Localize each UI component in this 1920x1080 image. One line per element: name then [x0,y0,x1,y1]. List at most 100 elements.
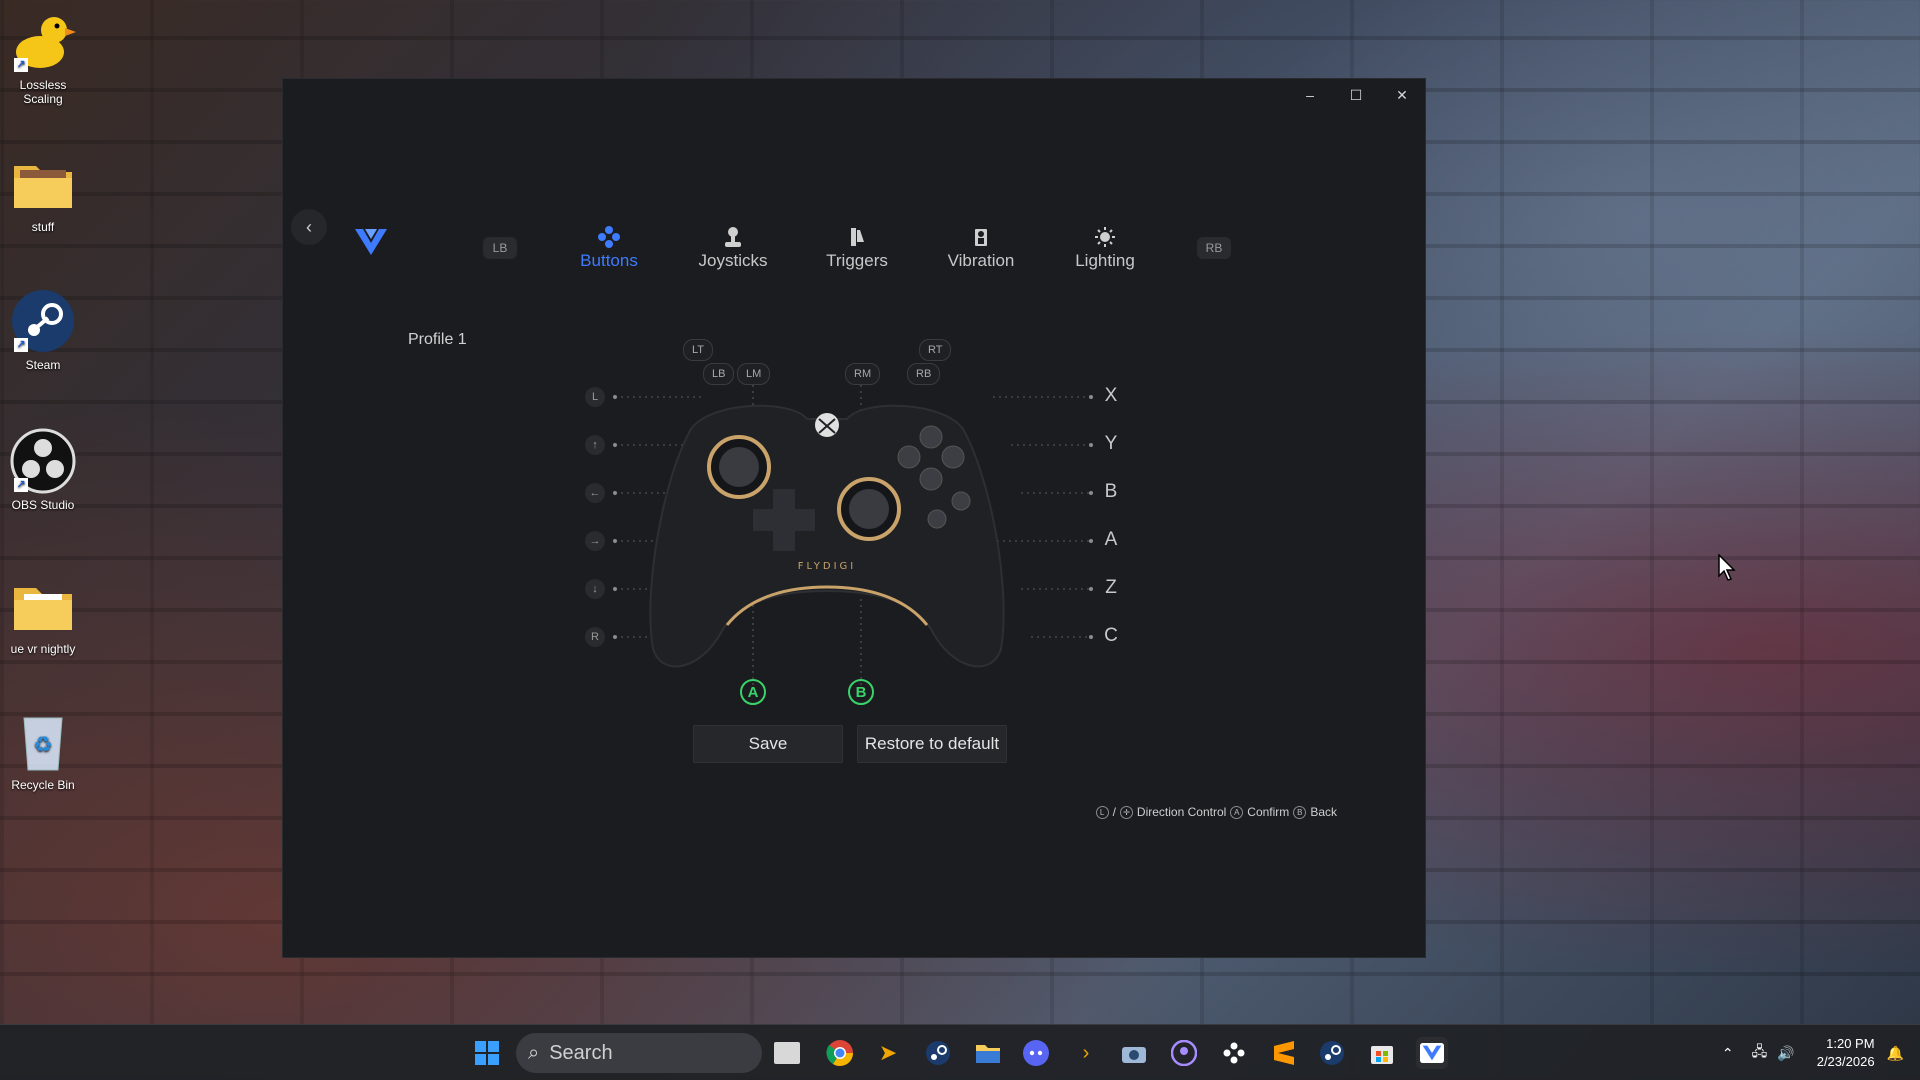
duck-icon: ↗ [10,8,76,74]
flydigi-space-icon[interactable] [1218,1037,1250,1069]
tab-label: Triggers [826,251,888,270]
clock[interactable]: 1:20 PM 2/23/2026 [1817,1035,1875,1071]
back-paddle-b-icon[interactable]: B [848,679,874,705]
back-paddle-a-icon[interactable]: A [740,679,766,705]
dpad-left-icon: ← [585,483,605,503]
discord-icon[interactable] [1020,1037,1052,1069]
tab-prev-lb-button[interactable]: LB [483,237,517,259]
flydigi-app-window: – ☐ ✕ ‹ LB Buttons Joysticks Triggers Vi… [282,78,1426,958]
close-button[interactable]: ✕ [1379,79,1425,111]
save-button[interactable]: Save [693,725,843,763]
tab-next-rb-button[interactable]: RB [1197,237,1231,259]
tab-label: Buttons [580,251,638,270]
window-caption-buttons: – ☐ ✕ [1287,79,1425,111]
rb-label: RB [907,363,941,385]
tab-label: Lighting [1075,251,1135,270]
chevron-up-icon[interactable]: ⌃ [1722,1045,1734,1062]
tab-buttons[interactable]: Buttons [547,225,671,271]
desktop-icon-stuff[interactable]: stuff [2,150,84,234]
desktop-icon-steam[interactable]: ↗ Steam [2,288,84,372]
lb-label: LB [703,363,735,385]
rm-label[interactable]: RM [845,363,881,385]
tab-lighting[interactable]: Lighting [1043,225,1167,271]
gamepad-buttons-icon [547,225,671,249]
folder-icon [10,150,76,216]
lm-label[interactable]: LM [737,363,771,385]
tab-label: Joysticks [698,251,768,270]
b-button-hint-icon: B [1293,805,1307,819]
l-stick-label: L [585,387,605,407]
flydigi-icon[interactable] [1416,1037,1448,1069]
search-icon: ⌕ [528,1041,540,1064]
profile-name: Profile 1 [408,331,467,348]
maximize-button[interactable]: ☐ [1333,79,1379,111]
a-button-hint-icon: A [1230,805,1244,819]
tab-triggers[interactable]: Triggers [795,225,919,271]
tab-label: Vibration [947,251,1015,270]
folder-icon [10,572,76,638]
trigger-icon [795,225,919,249]
sublime-icon[interactable] [1268,1037,1300,1069]
recycle-bin-icon: ♻ [10,708,76,774]
controller-brand-text: FLYDIGI [798,561,856,572]
steam-taskbar-icon[interactable] [922,1037,954,1069]
app-icon[interactable] [1168,1037,1200,1069]
desktop-icon-obs[interactable]: ↗ OBS Studio [2,428,84,512]
hint-direction: Direction Control [1136,805,1227,819]
control-hints: L / ✛ Direction Control A Confirm B Back [1095,805,1337,819]
desktop-icon-ue-vr-nightly[interactable]: ue vr nightly [2,572,84,656]
lighting-icon [1043,225,1167,249]
desktop-icon-label: Recycle Bin [11,778,75,792]
r-stick-label: R [585,627,605,647]
terminal-icon[interactable]: › [1070,1037,1102,1069]
tab-joysticks[interactable]: Joysticks [671,225,795,271]
controller-diagram: FLYDIGI LT LB LM RM RB RT L ↑ ← → ↓ R X … [571,329,1131,729]
chevron-left-icon: ‹ [306,216,312,237]
task-view-icon[interactable] [774,1042,800,1064]
hint-sep: / [1112,805,1116,819]
clock-date: 2/23/2026 [1816,1054,1875,1069]
notification-bell-icon[interactable]: 🔔 [1887,1045,1904,1062]
dpad-down-icon: ↓ [585,579,605,599]
windows-start-icon[interactable] [471,1037,503,1069]
store-icon[interactable] [1366,1037,1398,1069]
tab-bar: LB Buttons Joysticks Triggers Vibration … [483,225,1231,271]
button-b-label: B [1104,481,1118,502]
tab-vibration[interactable]: Vibration [919,225,1043,271]
minimize-button[interactable]: – [1287,79,1333,111]
joystick-icon [671,225,795,249]
hint-back: Back [1310,805,1337,819]
taskbar: ⌕ Search ➤ › ⌃ 🖧 🔊 1:20 PM 2/23/2026 🔔 [0,1024,1920,1080]
desktop-icon-label: Steam [25,358,61,372]
clock-time: 1:20 PM [1826,1036,1875,1051]
dpad-hint-icon: ✛ [1119,805,1133,819]
volume-icon[interactable]: 🔊 [1777,1045,1794,1062]
button-y-label: Y [1104,433,1118,454]
file-explorer-icon[interactable] [972,1037,1004,1069]
desktop-icon-label: stuff [31,220,55,234]
camera-icon[interactable] [1118,1037,1150,1069]
desktop-icon-lossless-scaling[interactable]: ↗ Lossless Scaling [2,8,84,106]
desktop-icon-recycle-bin[interactable]: ♻ Recycle Bin [2,708,84,792]
mouse-cursor-icon [1718,554,1736,581]
network-icon[interactable]: 🖧 [1752,1041,1768,1065]
search-placeholder: Search [549,1041,613,1064]
desktop-icon-label: ue vr nightly [10,642,76,656]
rt-label: RT [919,339,952,361]
taskbar-search[interactable]: ⌕ Search [516,1033,762,1073]
controller-graphic: FLYDIGI [613,379,1093,689]
lt-label: LT [683,339,714,361]
button-a-label: A [1104,529,1118,550]
vibration-icon [919,225,1043,249]
plex-icon[interactable]: ➤ [872,1037,904,1069]
obs-icon: ↗ [10,428,76,494]
restore-default-button[interactable]: Restore to default [857,725,1007,763]
back-button[interactable]: ‹ [291,209,327,245]
button-c-label: C [1104,625,1118,646]
svg-text:♻: ♻ [33,733,53,758]
l-stick-hint-icon: L [1095,805,1109,819]
desktop-icon-label: OBS Studio [11,498,75,512]
chrome-icon[interactable] [824,1037,856,1069]
button-z-label: Z [1105,577,1117,598]
steam-taskbar-icon-2[interactable] [1316,1037,1348,1069]
